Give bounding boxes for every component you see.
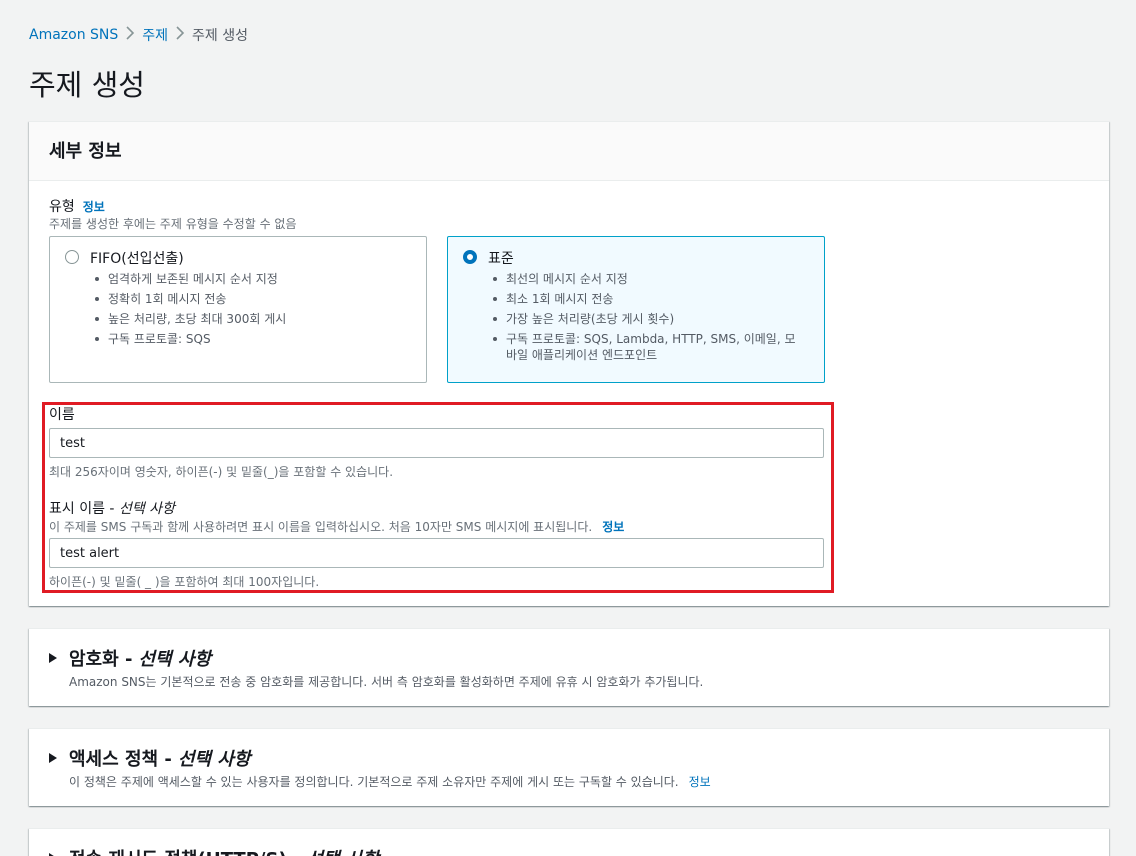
- access-policy-panel[interactable]: 액세스 정책 - 선택 사항 이 정책은 주제에 액세스할 수 있는 사용자를 …: [29, 728, 1109, 806]
- chevron-right-icon: [168, 26, 192, 44]
- access-policy-description: 이 정책은 주제에 액세스할 수 있는 사용자를 정의합니다. 기본적으로 주제…: [69, 775, 679, 789]
- caret-right-icon: [49, 653, 57, 663]
- access-policy-description-row: 이 정책은 주제에 액세스할 수 있는 사용자를 정의합니다. 기본적으로 주제…: [69, 773, 711, 790]
- delivery-retry-panel[interactable]: 전송 재시도 정책(HTTP/S) - 선택 사항: [29, 828, 1109, 856]
- standard-type-tile[interactable]: 표준 최선의 메시지 순서 지정 최소 1회 메시지 전송 가장 높은 처리량(…: [447, 236, 825, 383]
- standard-radio[interactable]: [463, 250, 477, 264]
- fifo-title: FIFO(선입선출): [90, 251, 184, 267]
- access-policy-title: 액세스 정책 -: [69, 749, 172, 770]
- list-item: 구독 프로토콜: SQS, Lambda, HTTP, SMS, 이메일, 모바…: [493, 331, 806, 363]
- type-label-row: 유형 정보: [49, 196, 105, 216]
- standard-title: 표준: [488, 251, 514, 267]
- list-item: 엄격하게 보존된 메시지 순서 지정: [95, 271, 408, 287]
- details-panel-header: 세부 정보: [29, 122, 1109, 181]
- encryption-header[interactable]: 암호화 - 선택 사항: [49, 645, 211, 671]
- display-name-info-link[interactable]: 정보: [602, 520, 624, 534]
- fifo-feature-list: 엄격하게 보존된 메시지 순서 지정 정확히 1회 메시지 전송 높은 처리량,…: [95, 271, 408, 351]
- list-item: 최선의 메시지 순서 지정: [493, 271, 806, 287]
- list-item: 최소 1회 메시지 전송: [493, 291, 806, 307]
- access-policy-info-link[interactable]: 정보: [689, 775, 711, 789]
- encryption-description: Amazon SNS는 기본적으로 전송 중 암호화를 제공합니다. 서버 측 …: [69, 675, 704, 689]
- list-item: 구독 프로토콜: SQS: [95, 331, 408, 347]
- display-name-label: 표시 이름 -: [49, 501, 119, 517]
- delivery-retry-header[interactable]: 전송 재시도 정책(HTTP/S) - 선택 사항: [49, 845, 379, 856]
- encryption-panel[interactable]: 암호화 - 선택 사항 Amazon SNS는 기본적으로 전송 중 암호화를 …: [29, 628, 1109, 706]
- breadcrumb-topics[interactable]: 주제: [142, 25, 168, 45]
- breadcrumb-create-topic: 주제 생성: [192, 28, 249, 44]
- standard-feature-list: 최선의 메시지 순서 지정 최소 1회 메시지 전송 가장 높은 처리량(초당 …: [493, 271, 806, 367]
- details-panel: 세부 정보 유형 정보 주제를 생성한 후에는 주제 유형을 수정할 수 없음 F…: [29, 121, 1109, 606]
- display-name-description-row: 이 주제를 SMS 구독과 함께 사용하려면 표시 이름을 입력하십시오. 처음…: [49, 518, 624, 535]
- breadcrumb-amazon-sns[interactable]: Amazon SNS: [29, 27, 118, 43]
- type-description: 주제를 생성한 후에는 주제 유형을 수정할 수 없음: [49, 217, 297, 231]
- access-policy-header[interactable]: 액세스 정책 - 선택 사항: [49, 745, 250, 771]
- delivery-retry-optional: 선택 사항: [306, 845, 379, 856]
- list-item: 정확히 1회 메시지 전송: [95, 291, 408, 307]
- type-label: 유형: [49, 199, 75, 215]
- chevron-right-icon: [118, 26, 142, 44]
- display-name-label-row: 표시 이름 - 선택 사항: [49, 498, 175, 518]
- list-item: 높은 처리량, 초당 최대 300회 게시: [95, 311, 408, 327]
- display-name-input[interactable]: [49, 538, 824, 568]
- delivery-retry-title: 전송 재시도 정책(HTTP/S) -: [69, 845, 300, 856]
- display-name-description: 이 주제를 SMS 구독과 함께 사용하려면 표시 이름을 입력하십시오. 처음…: [49, 520, 593, 534]
- breadcrumb: Amazon SNS 주제 주제 생성: [29, 25, 248, 45]
- access-policy-optional: 선택 사항: [177, 749, 251, 770]
- type-info-link[interactable]: 정보: [83, 200, 105, 214]
- caret-right-icon: [49, 753, 57, 763]
- encryption-optional: 선택 사항: [138, 649, 211, 670]
- name-hint: 최대 256자이며 영숫자, 하이픈(-) 및 밑줄(_)을 포함할 수 있습니…: [49, 465, 394, 479]
- fifo-type-tile[interactable]: FIFO(선입선출) 엄격하게 보존된 메시지 순서 지정 정확히 1회 메시지…: [49, 236, 427, 383]
- display-name-optional: 선택 사항: [118, 501, 175, 517]
- details-panel-title: 세부 정보: [49, 141, 122, 162]
- name-label: 이름: [49, 407, 75, 423]
- encryption-title: 암호화 -: [69, 649, 133, 670]
- page-title: 주제 생성: [29, 68, 145, 102]
- display-name-hint: 하이픈(-) 및 밑줄( _ )을 포함하여 최대 100자입니다.: [49, 575, 320, 589]
- fifo-radio[interactable]: [65, 250, 79, 264]
- list-item: 가장 높은 처리량(초당 게시 횟수): [493, 311, 806, 327]
- name-input[interactable]: [49, 428, 824, 458]
